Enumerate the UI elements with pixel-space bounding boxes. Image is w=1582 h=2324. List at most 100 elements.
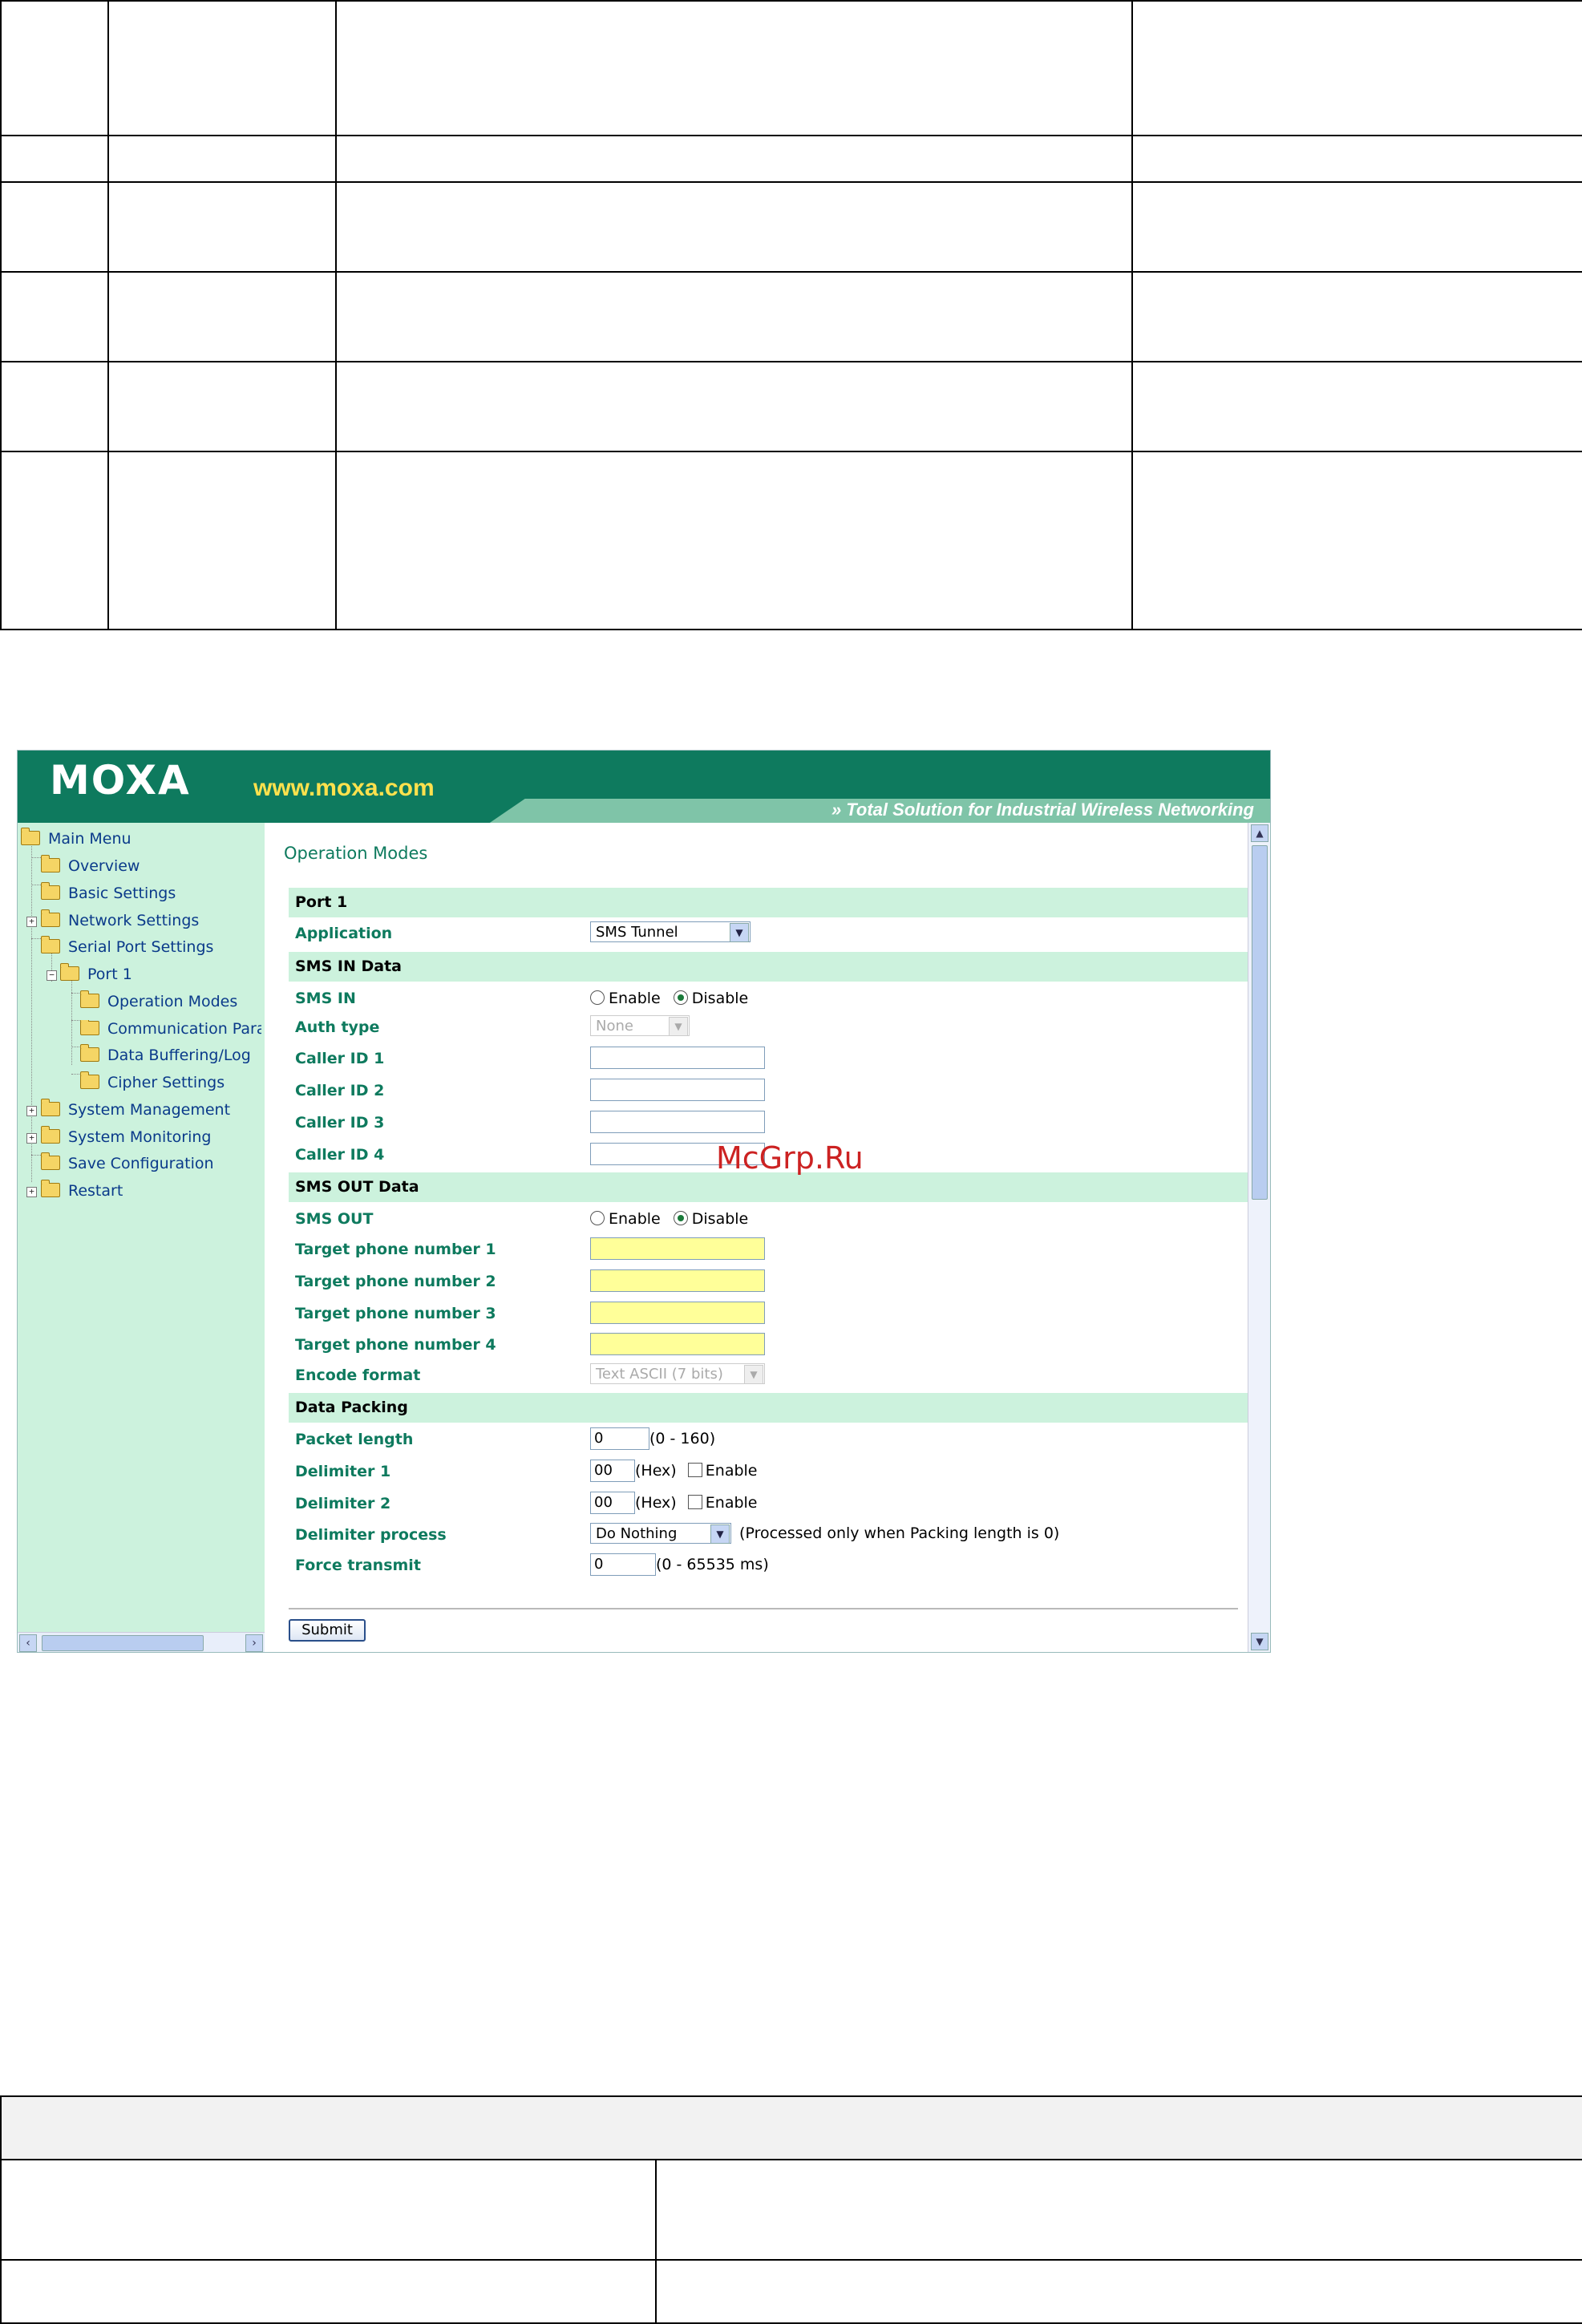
delimiter-1-input[interactable]: 00 [590,1460,635,1482]
auth-type-row: None ▼ [590,1015,690,1036]
sms-in-enable-radio[interactable]: Enable [590,990,661,1007]
manual-table-top [0,0,1582,630]
encode-format-row: Text ASCII (7 bits) ▼ [590,1363,765,1384]
sidebar-item-cipher-settings[interactable]: Cipher Settings [80,1071,225,1098]
force-transmit-hint: (0 - 65535 ms) [656,1556,769,1573]
sidebar-item-basic-settings[interactable]: Basic Settings [41,882,176,909]
target-phone-4-label: Target phone number 4 [295,1336,496,1354]
delimiter-2-label: Delimiter 2 [295,1495,391,1512]
target-phone-2-label: Target phone number 2 [295,1273,496,1290]
force-transmit-label: Force transmit [295,1557,421,1574]
scrollbar-thumb[interactable] [1252,845,1268,1200]
expand-plus-icon[interactable]: + [26,1133,37,1144]
delimiter-2-enable-checkbox[interactable]: Enable [687,1494,757,1512]
form-divider [289,1608,1238,1609]
expand-plus-icon[interactable]: + [26,1187,37,1197]
caller-id-3-label: Caller ID 3 [295,1114,385,1132]
chevron-down-icon: ▼ [669,1017,688,1036]
delimiter-1-enable-checkbox[interactable]: Enable [687,1462,757,1480]
sidebar-item-main-menu[interactable]: Main Menu [21,828,131,854]
sidebar-item-communication-parameters[interactable]: Communication Para [80,1020,261,1044]
target-phone-2-input[interactable] [590,1269,765,1292]
tree-connector [31,857,41,858]
sidebar-item-system-management[interactable]: System Management [41,1099,230,1125]
collapse-minus-icon[interactable]: − [47,970,57,981]
delimiter-1-label: Delimiter 1 [295,1463,391,1480]
sidebar-item-data-buffering-log[interactable]: Data Buffering/Log [80,1044,251,1071]
folder-icon [80,1020,99,1035]
sms-in-disable-radio[interactable]: Disable [673,990,748,1007]
auth-type-select[interactable]: None ▼ [590,1015,690,1036]
sms-out-label: SMS OUT [295,1210,374,1228]
delimiter-process-hint: (Processed only when Packing length is 0… [739,1524,1060,1542]
caller-id-4-label: Caller ID 4 [295,1146,385,1164]
submit-button[interactable]: Submit [289,1619,366,1642]
scroll-up-icon[interactable]: ▲ [1251,824,1268,842]
sms-out-enable-radio[interactable]: Enable [590,1210,661,1228]
delimiter-2-input[interactable]: 00 [590,1492,635,1514]
scroll-right-icon[interactable]: › [245,1634,263,1652]
site-url[interactable]: www.moxa.com [253,775,435,802]
tree-connector [31,938,41,939]
folder-icon [80,1044,99,1062]
main-vertical-scrollbar[interactable]: ▲ ▼ [1248,823,1270,1652]
sidebar-item-system-monitoring[interactable]: System Monitoring [41,1126,212,1152]
packet-length-input[interactable]: 0 [590,1427,649,1450]
sidebar-item-overview[interactable]: Overview [41,855,140,881]
caller-id-1-row [590,1047,765,1069]
delimiter-1-row: 00 (Hex) Enable [590,1460,757,1482]
folder-icon [41,1152,60,1170]
auth-type-label: Auth type [295,1018,380,1036]
sidebar-horizontal-scrollbar[interactable]: ‹ › [18,1632,265,1652]
tree-connector [31,1155,41,1156]
sidebar-item-port-1[interactable]: Port 1 [60,963,132,990]
caller-id-3-input[interactable] [590,1111,765,1133]
target-phone-1-label: Target phone number 1 [295,1241,496,1258]
scrollbar-thumb[interactable] [42,1635,204,1651]
caller-id-2-label: Caller ID 2 [295,1082,385,1099]
caller-id-1-input[interactable] [590,1047,765,1069]
sidebar-item-save-configuration[interactable]: Save Configuration [41,1152,214,1179]
folder-icon [41,855,60,873]
application-select[interactable]: SMS Tunnel ▼ [590,921,751,942]
sidebar-item-serial-port-settings[interactable]: Serial Port Settings [41,936,213,962]
sidebar-item-network-settings[interactable]: Network Settings [41,909,199,936]
folder-icon [80,990,99,1008]
table-row [0,135,1582,183]
section-sms-in-data: SMS IN Data [289,952,1248,982]
packet-length-label: Packet length [295,1431,414,1448]
chevron-down-icon: ▼ [710,1524,730,1544]
force-transmit-input[interactable]: 0 [590,1553,656,1576]
sidebar-item-restart[interactable]: Restart [41,1180,123,1206]
delimiter-process-select[interactable]: Do Nothing ▼ [590,1523,731,1544]
tagline: » Total Solution for Industrial Wireless … [831,800,1254,820]
folder-icon [41,1126,60,1144]
caller-id-3-row [590,1111,765,1133]
checkbox-icon [687,1463,702,1477]
delimiter-1-unit: (Hex) [635,1462,677,1480]
target-phone-3-row [590,1302,765,1324]
chevron-down-icon: ▼ [744,1365,763,1384]
expand-plus-icon[interactable]: + [26,917,37,927]
application-label: Application [295,925,393,942]
encode-format-select[interactable]: Text ASCII (7 bits) ▼ [590,1363,765,1384]
sms-out-disable-radio[interactable]: Disable [673,1210,748,1228]
sidebar-item-operation-modes[interactable]: Operation Modes [80,990,237,1017]
chevron-down-icon: ▼ [730,923,749,942]
expand-plus-icon[interactable]: + [26,1106,37,1116]
target-phone-3-input[interactable] [590,1302,765,1324]
packet-length-hint: (0 - 160) [649,1430,716,1447]
caller-id-2-input[interactable] [590,1079,765,1101]
table-row [0,0,1582,136]
table-row [0,271,1582,362]
target-phone-1-input[interactable] [590,1237,765,1260]
packet-length-row: 0 (0 - 160) [590,1427,715,1450]
target-phone-4-input[interactable] [590,1333,765,1355]
scroll-down-icon[interactable]: ▼ [1251,1633,1268,1650]
moxa-logo: MOXA [50,757,191,804]
scroll-left-icon[interactable]: ‹ [19,1634,37,1652]
table-row [0,2259,1582,2324]
radio-selected-icon [673,1211,688,1225]
open-folder-icon [41,936,60,953]
caller-id-1-label: Caller ID 1 [295,1050,385,1067]
